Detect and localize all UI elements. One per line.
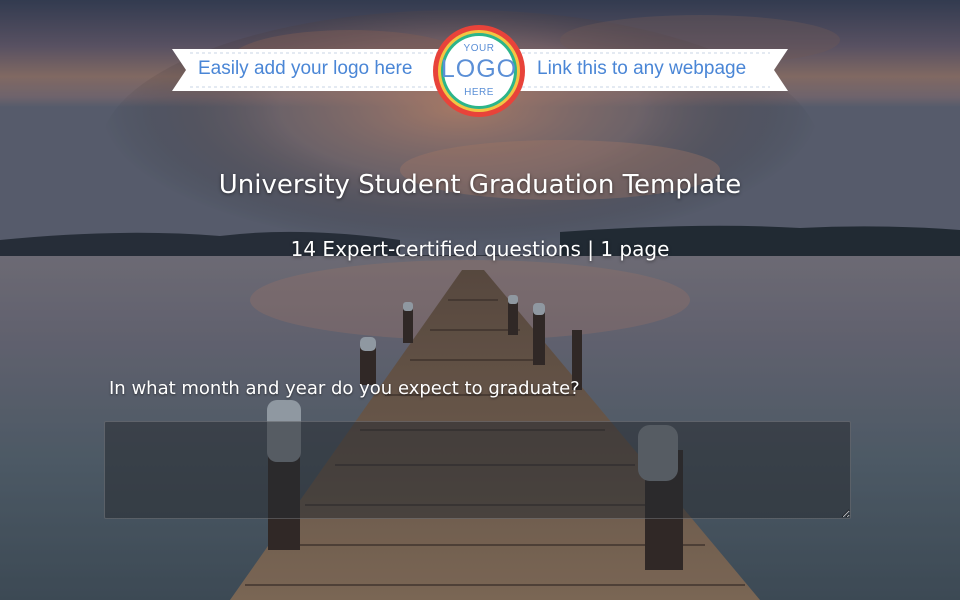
banner-left-text: Easily add your logo here <box>198 58 413 79</box>
question-label: In what month and year do you expect to … <box>109 378 580 399</box>
banner-right-link[interactable]: Link this to any webpage <box>537 57 746 81</box>
survey-title: University Student Graduation Template <box>218 170 742 200</box>
answer-textarea[interactable] <box>104 421 851 519</box>
logo-bottom-text: HERE <box>464 87 494 98</box>
logo-main-text: LOGO <box>440 55 518 83</box>
logo-top-text: YOUR <box>463 43 495 54</box>
survey-subtitle: 14 Expert-certified questions | 1 page <box>290 237 670 261</box>
logo-placeholder[interactable]: YOUR LOGO HERE <box>432 24 526 118</box>
